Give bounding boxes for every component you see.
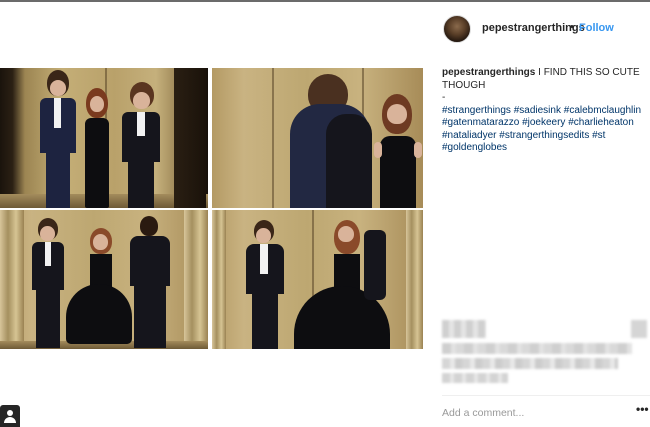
photo-frame-1 <box>0 68 208 208</box>
caption-dash: - <box>442 92 446 103</box>
person-figure <box>242 220 288 349</box>
top-border <box>0 0 650 2</box>
hashtag-link[interactable]: #calebmclaughlin <box>564 105 641 116</box>
person-figure <box>82 88 112 208</box>
more-options-icon[interactable]: ••• <box>636 403 649 415</box>
person-figure <box>64 228 134 349</box>
blurred-icons <box>442 320 486 338</box>
user-tag-icon[interactable] <box>0 405 20 427</box>
hashtag-link[interactable]: #gatenmatarazzo <box>442 117 519 128</box>
hashtag-link[interactable]: #nataliadyer <box>442 130 496 141</box>
post-image[interactable] <box>0 66 425 351</box>
hashtag-link[interactable]: #goldenglobes <box>442 142 507 153</box>
person-figure <box>374 94 422 208</box>
blurred-likes <box>442 343 632 354</box>
blurred-timestamp <box>442 373 508 383</box>
post-caption: pepestrangerthings I FIND THIS SO CUTE T… <box>442 67 647 155</box>
person-figure <box>38 70 78 208</box>
hashtag-link[interactable]: #joekeery <box>522 117 565 128</box>
hashtag-link[interactable]: #strangerthingsedits <box>499 130 589 141</box>
blurred-likes-line2 <box>442 358 618 369</box>
person-figure <box>282 74 372 208</box>
hashtag-link[interactable]: #strangerthings <box>442 105 511 116</box>
person-figure <box>360 216 388 306</box>
person-figure <box>28 218 68 349</box>
photo-frame-2 <box>212 68 423 208</box>
follow-button[interactable]: Follow <box>579 22 614 34</box>
separator-dot: • <box>570 21 574 33</box>
blurred-bookmark <box>631 320 647 338</box>
person-figure <box>126 216 174 349</box>
photo-frame-4 <box>212 210 423 349</box>
person-figure <box>118 82 164 208</box>
photo-frame-3 <box>0 210 208 349</box>
caption-username[interactable]: pepestrangerthings <box>442 67 535 78</box>
hashtag-link[interactable]: #sadiesink <box>514 105 561 116</box>
hashtag-link[interactable]: #charlieheaton <box>568 117 634 128</box>
hashtag-link[interactable]: #st <box>592 130 605 141</box>
comment-input[interactable] <box>442 405 622 421</box>
avatar[interactable] <box>443 15 471 43</box>
comment-divider <box>442 395 650 396</box>
